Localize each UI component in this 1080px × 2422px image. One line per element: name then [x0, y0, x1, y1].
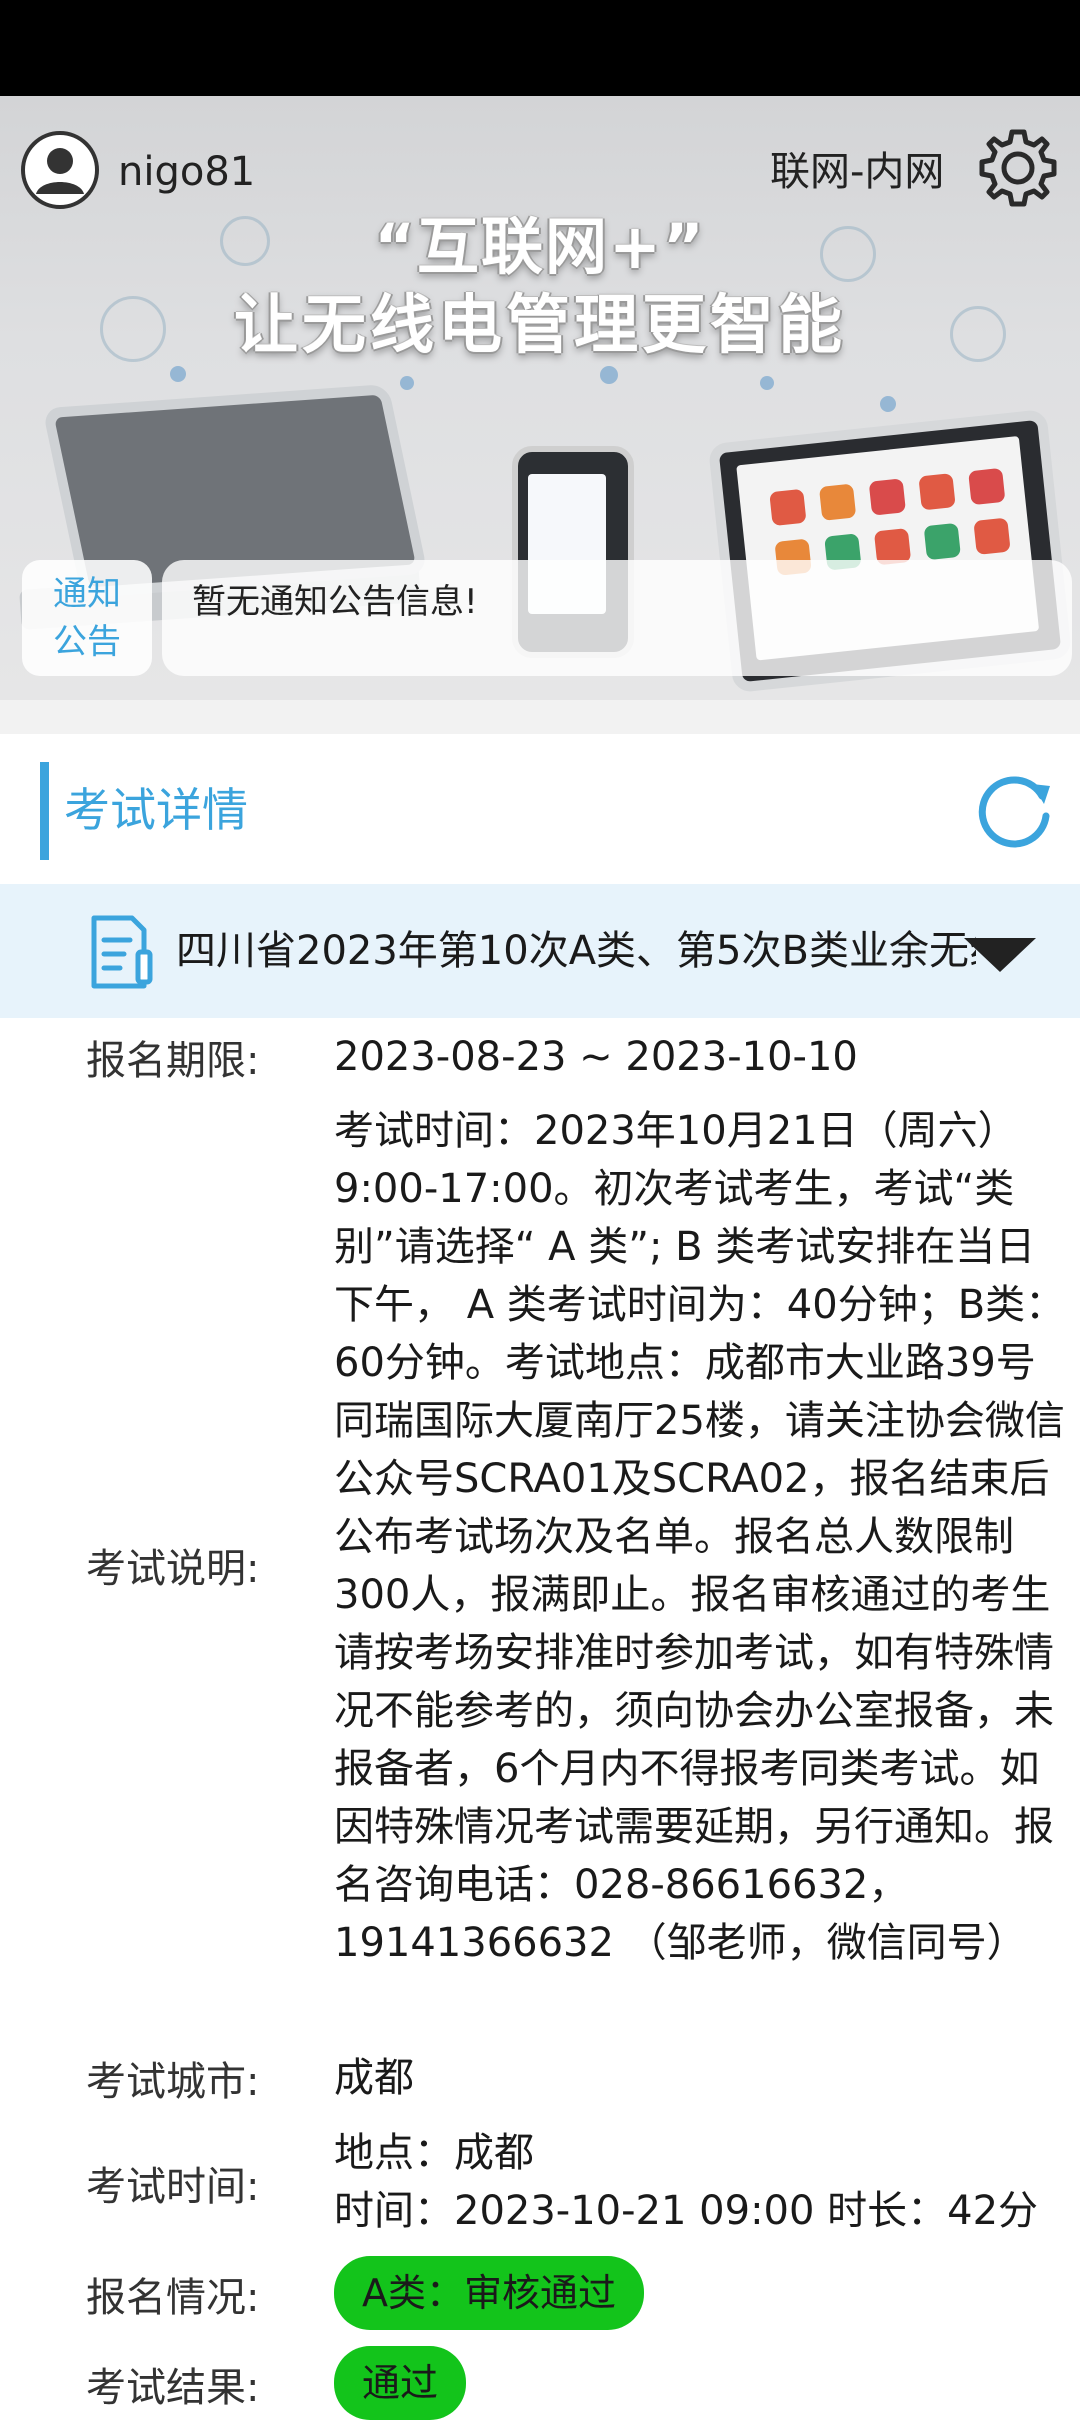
app-tile — [769, 488, 807, 527]
detail-value: 考试时间：2023年10月21日（周六）9:00-17:00。初次考试考生，考试… — [334, 1108, 1066, 1966]
detail-row-exam-time: 考试时间: 地点：成都 时间：2023-10-21 09:00 时长：42分 — [0, 2120, 1080, 2246]
banner-decoration — [400, 376, 414, 390]
exam-schedule: 时间：2023-10-21 09:00 时长：42分 — [334, 2188, 1039, 2234]
section-header: 考试详情 — [0, 734, 1080, 884]
app-tile — [918, 473, 956, 511]
detail-value: 通过 — [334, 2346, 1070, 2420]
banner-headline: “互联网+” — [374, 210, 706, 283]
notice-tag-line: 公告 — [53, 622, 121, 662]
detail-value: 2023-08-23 ~ 2023-10-10 — [334, 1034, 858, 1080]
banner-decoration — [760, 376, 774, 390]
notice-message: 暂无通知公告信息! — [192, 582, 478, 622]
exam-name: 四川省2023年第10次A类、第5次B类业余无线电台操作技术能力验证考试 — [176, 928, 976, 974]
status-badge: A类：审核通过 — [334, 2256, 644, 2330]
detail-label: 考试结果: — [86, 2365, 260, 2411]
triangle-down-icon[interactable] — [960, 932, 1040, 976]
section-divider — [0, 700, 1080, 734]
refresh-icon[interactable] — [970, 766, 1058, 854]
app-tile — [923, 522, 961, 561]
detail-row-exam-city: 考试城市: 成都 — [0, 2046, 1080, 2110]
section-title: 考试详情 — [64, 783, 248, 837]
app-tile — [968, 467, 1006, 506]
username[interactable]: nigo81 — [118, 152, 255, 192]
detail-label: 考试城市: — [86, 2059, 260, 2105]
detail-label: 考试时间: — [86, 2164, 260, 2210]
detail-label: 报名期限: — [86, 1038, 260, 1084]
detail-row-exam-result: 考试结果: 通过 — [0, 2346, 1080, 2422]
app-tile — [973, 517, 1011, 555]
result-badge: 通过 — [334, 2346, 467, 2420]
exam-location: 地点：成都 — [334, 2130, 534, 2176]
app-tile — [868, 478, 907, 516]
detail-label: 报名情况: — [86, 2275, 260, 2321]
app-tile — [818, 483, 857, 521]
detail-value: 地点：成都 时间：2023-10-21 09:00 时长：42分 — [334, 2124, 1070, 2240]
detail-row-registration-period: 报名期限: 2023-08-23 ~ 2023-10-10 — [0, 1024, 1080, 1090]
gear-icon[interactable] — [974, 124, 1062, 212]
detail-value: A类：审核通过 — [334, 2256, 1070, 2330]
exam-selector[interactable]: 四川省2023年第10次A类、第5次B类业余无线电台操作技术能力验证考试 — [0, 884, 1080, 1018]
banner-decoration — [880, 396, 896, 412]
banner-subheadline: 让无线电管理更智能 — [234, 289, 846, 363]
user-avatar-icon[interactable] — [20, 130, 100, 210]
status-bar — [0, 0, 1080, 96]
detail-row-exam-description: 考试说明: 考试时间：2023年10月21日（周六）9:00-17:00。初次考… — [0, 1098, 1080, 2032]
network-mode-label[interactable]: 联网-内网 — [770, 152, 944, 192]
banner-decoration — [170, 366, 186, 382]
notice-tag: 通知 公告 — [22, 560, 152, 676]
detail-value: 成都 — [334, 2055, 414, 2101]
banner-decoration — [600, 366, 618, 384]
notice-tag-line: 通知 — [53, 574, 121, 614]
document-edit-icon — [91, 915, 153, 989]
detail-label: 考试说明: — [86, 1546, 260, 1592]
notice-banner[interactable]: 暂无通知公告信息! — [162, 560, 1072, 676]
detail-row-registration-status: 报名情况: A类：审核通过 — [0, 2256, 1080, 2332]
section-accent-bar — [40, 762, 49, 860]
